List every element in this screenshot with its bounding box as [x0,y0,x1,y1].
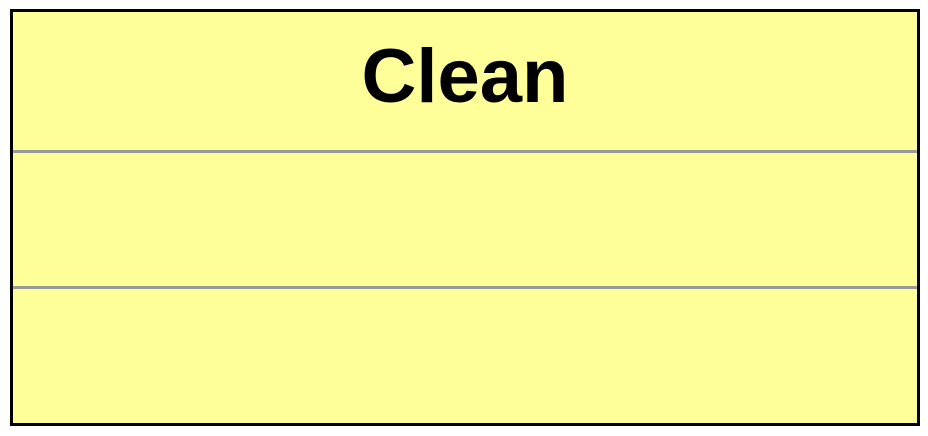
class-name: Clean [361,33,569,119]
operations-compartment [13,289,917,423]
class-name-compartment: Clean [13,12,917,151]
attributes-compartment [13,153,917,286]
uml-class-box[interactable]: Clean [10,9,920,426]
